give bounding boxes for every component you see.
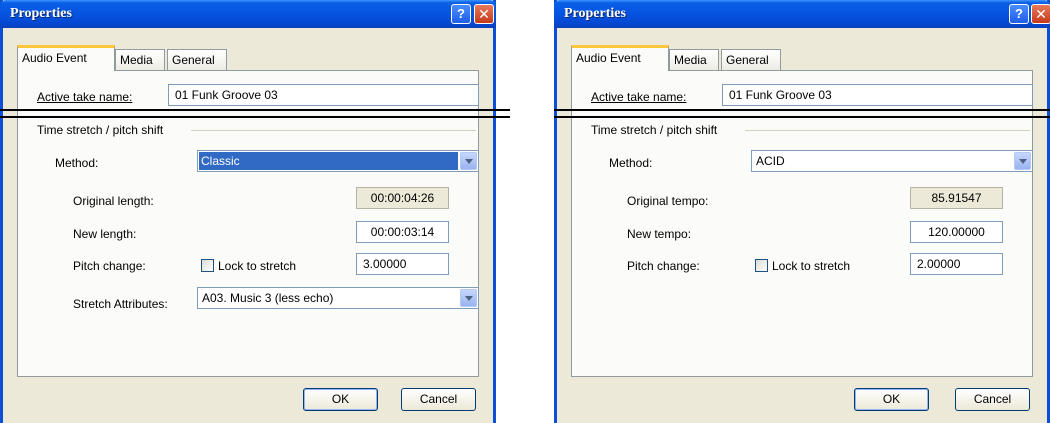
active-take-input[interactable]: 01 Funk Groove 03 bbox=[722, 84, 1033, 106]
original-tempo-value: 85.91547 bbox=[910, 187, 1003, 209]
window-title: Properties bbox=[564, 6, 626, 21]
ok-button[interactable]: OK bbox=[854, 388, 929, 411]
method-label: Method: bbox=[55, 156, 99, 170]
cancel-button[interactable]: Cancel bbox=[955, 388, 1030, 411]
cut-separator-right bbox=[554, 109, 1050, 111]
help-icon[interactable]: ? bbox=[451, 4, 471, 24]
cancel-button[interactable]: Cancel bbox=[401, 388, 476, 411]
original-length-value: 00:00:04:26 bbox=[356, 187, 449, 209]
ok-button[interactable]: OK bbox=[303, 388, 378, 411]
help-icon[interactable]: ? bbox=[1009, 4, 1029, 24]
close-icon[interactable]: ✕ bbox=[474, 4, 494, 24]
group-divider bbox=[191, 130, 476, 131]
new-length-label: New length: bbox=[73, 227, 137, 241]
pitch-change-label: Pitch change: bbox=[73, 259, 146, 273]
method-dropdown[interactable]: ACID bbox=[751, 150, 1033, 172]
active-take-input[interactable]: 01 Funk Groove 03 bbox=[168, 84, 479, 106]
properties-dialog-acid: Properties ? ✕ Audio Event Media General… bbox=[554, 0, 1050, 423]
chevron-down-icon[interactable] bbox=[460, 152, 477, 170]
new-tempo-label: New tempo: bbox=[627, 227, 692, 241]
pitch-change-input[interactable]: 3.00000 bbox=[356, 253, 449, 275]
original-tempo-label: Original tempo: bbox=[627, 194, 709, 208]
group-label: Time stretch / pitch shift bbox=[591, 123, 718, 137]
active-take-label: Active take name: bbox=[591, 90, 687, 104]
cut-separator-left-2 bbox=[0, 116, 510, 118]
lock-to-stretch-checkbox[interactable] bbox=[201, 259, 214, 272]
lock-to-stretch-checkbox[interactable] bbox=[755, 259, 768, 272]
group-label: Time stretch / pitch shift bbox=[37, 123, 164, 137]
method-selected-value: ACID bbox=[756, 154, 785, 168]
tab-audio-event[interactable]: Audio Event bbox=[17, 45, 115, 71]
cut-separator-right-2 bbox=[554, 116, 1050, 118]
chevron-down-icon[interactable] bbox=[1014, 152, 1031, 170]
title-bar[interactable]: Properties ? ✕ bbox=[554, 0, 1050, 28]
title-bar[interactable]: Properties ? ✕ bbox=[0, 0, 496, 28]
tab-audio-event[interactable]: Audio Event bbox=[571, 45, 669, 71]
new-tempo-input[interactable]: 120.00000 bbox=[910, 221, 1003, 243]
properties-dialog-classic: Properties ? ✕ Audio Event Media General… bbox=[0, 0, 496, 423]
method-label: Method: bbox=[609, 156, 653, 170]
method-dropdown[interactable]: Classic bbox=[197, 150, 479, 172]
stretch-attributes-value: A03. Music 3 (less echo) bbox=[202, 291, 334, 305]
tab-media[interactable]: Media bbox=[669, 49, 719, 71]
tab-media[interactable]: Media bbox=[115, 49, 165, 71]
stretch-attributes-label: Stretch Attributes: bbox=[73, 297, 168, 311]
lock-to-stretch-label[interactable]: Lock to stretch bbox=[772, 259, 850, 273]
window-title: Properties bbox=[10, 6, 72, 21]
cut-separator-left bbox=[0, 109, 510, 111]
method-selected-value: Classic bbox=[199, 152, 458, 170]
chevron-down-icon[interactable] bbox=[460, 289, 477, 307]
pitch-change-input[interactable]: 2.00000 bbox=[910, 253, 1003, 275]
close-icon[interactable]: ✕ bbox=[1031, 4, 1050, 24]
group-divider bbox=[745, 130, 1030, 131]
active-take-label: Active take name: bbox=[37, 90, 133, 104]
new-length-input[interactable]: 00:00:03:14 bbox=[356, 221, 449, 243]
lock-to-stretch-label[interactable]: Lock to stretch bbox=[218, 259, 296, 273]
original-length-label: Original length: bbox=[73, 194, 154, 208]
pitch-change-label: Pitch change: bbox=[627, 259, 700, 273]
tab-general[interactable]: General bbox=[167, 49, 227, 71]
tab-general[interactable]: General bbox=[721, 49, 781, 71]
stretch-attributes-dropdown[interactable]: A03. Music 3 (less echo) bbox=[197, 287, 479, 309]
